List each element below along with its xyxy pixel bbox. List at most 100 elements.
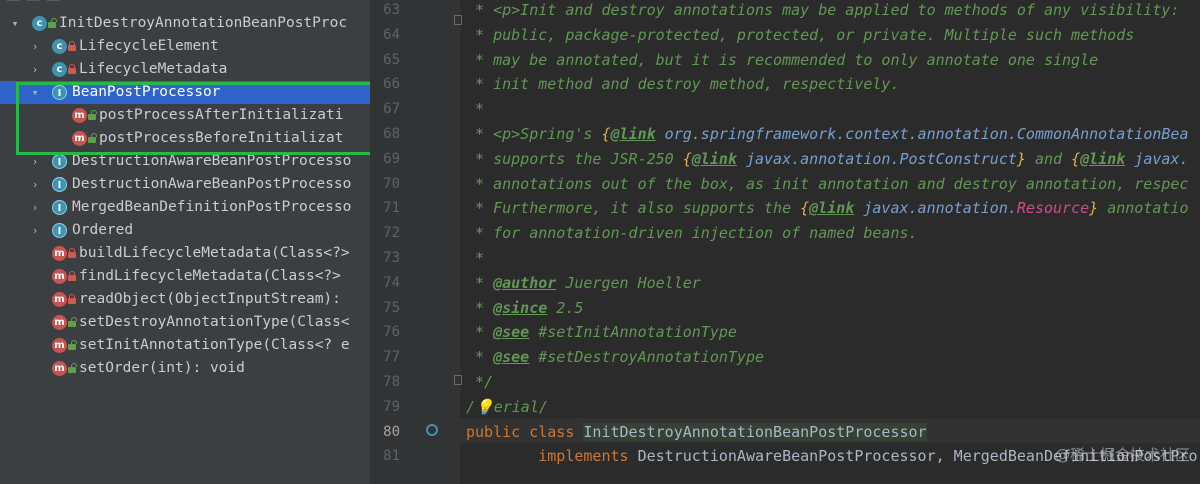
line-number: 70 (383, 175, 400, 192)
chevron-right-icon[interactable]: › (28, 173, 42, 196)
code-token: @author (493, 273, 557, 292)
interface-icon: I (52, 200, 67, 215)
line-number: 75 (383, 299, 400, 316)
line-number: 72 (383, 225, 400, 242)
code-line[interactable]: * @since 2.5 (466, 296, 583, 321)
line-number: 69 (383, 150, 400, 167)
private-lock-icon (68, 41, 76, 51)
public-lock-icon (88, 110, 97, 120)
tree-item-label: LifecycleElement (79, 38, 219, 54)
public-lock-icon (68, 363, 77, 373)
toolbar-icon[interactable] (6, 0, 20, 1)
code-token: * may be annotated, but it is recommende… (466, 50, 1099, 69)
tree-item-label: buildLifecycleMetadata(Class<?> (79, 245, 350, 261)
tree-item[interactable]: › I MergedBeanDefinitionPostProcesso (0, 196, 370, 219)
code-line[interactable]: * @see #setDestroyAnnotationType (466, 345, 764, 370)
tree-item[interactable]: ▾ I BeanPostProcessor (0, 81, 370, 104)
code-line[interactable]: /💡erial/ (466, 395, 548, 420)
toolbar-icon[interactable] (26, 0, 40, 1)
code-line[interactable]: * @author Juergen Hoeller (466, 271, 701, 296)
tree-item-label: setOrder(int): void (79, 360, 245, 376)
code-token: javax.annotation. (854, 199, 1017, 218)
code-line[interactable]: * init method and destroy method, respec… (466, 72, 899, 97)
line-number: 80 (383, 423, 400, 440)
code-line[interactable]: * @see #setInitAnnotationType (466, 320, 737, 345)
tree-item-label: postProcessAfterInitializati (99, 107, 344, 123)
code-line[interactable]: * may be annotated, but it is recommende… (466, 48, 1098, 73)
code-line[interactable]: * <p>Init and destroy annotations may be… (466, 0, 1179, 23)
code-token: * <p>Spring's (466, 125, 602, 143)
chevron-down-icon[interactable]: ▾ (28, 81, 42, 104)
chevron-right-icon[interactable]: › (28, 219, 42, 242)
fold-marker-icon[interactable] (454, 375, 462, 385)
toolbar-icon[interactable] (46, 0, 60, 1)
code-editor[interactable]: 63 64 65 66 67 68 69 70 71 72 73 74 75 76 77 78 79 80 81 *… (370, 0, 1200, 484)
public-lock-icon (68, 317, 77, 327)
code-token: * (466, 100, 485, 119)
tree-item-label: readObject(ObjectInputStream): (79, 291, 341, 307)
line-number: 73 (383, 250, 400, 266)
code-token: * for annotation-driven injection of nam… (466, 224, 918, 243)
code-line[interactable]: * <p>Spring's {@link org.springframework… (466, 122, 1188, 147)
method-icon: m (52, 292, 67, 307)
code-token: implements (466, 447, 638, 466)
code-token: Juergen Hoeller (556, 273, 701, 292)
chevron-right-icon[interactable]: › (28, 35, 42, 58)
code-token: { (1071, 149, 1081, 168)
method-icon: m (52, 315, 67, 330)
private-lock-icon (68, 294, 76, 304)
fold-marker-icon[interactable] (454, 15, 462, 25)
code-line[interactable]: * (466, 246, 484, 271)
line-number: 78 (383, 374, 400, 390)
tree-item[interactable]: › c LifecycleMetadata (0, 58, 370, 81)
tree-item[interactable]: › I DestructionAwareBeanPostProcesso (0, 173, 370, 196)
code-token: * Furthermore, it also supports the (466, 199, 801, 218)
interface-icon: I (52, 223, 67, 238)
code-line[interactable]: */ (466, 370, 493, 395)
line-number: 74 (383, 274, 400, 291)
code-token: * public, package-protected, protected, … (466, 25, 1135, 44)
code-line[interactable]: * public, package-protected, protected, … (466, 23, 1134, 48)
tree-item[interactable]: m readObject(ObjectInputStream): (0, 288, 370, 311)
code-token: } (1089, 199, 1099, 218)
tree-item[interactable]: m postProcessBeforeInitializat (0, 127, 370, 150)
tree-item[interactable]: m postProcessAfterInitializati (0, 104, 370, 127)
code-line[interactable]: * supports the JSR-250 {@link javax.anno… (466, 147, 1188, 172)
code-token: 2.5 (547, 298, 584, 317)
code-line[interactable]: * for annotation-driven injection of nam… (466, 221, 918, 246)
method-icon: m (52, 246, 67, 261)
chevron-right-icon[interactable]: › (28, 196, 42, 219)
tree-item[interactable]: ▾ c InitDestroyAnnotationBeanPostProc (0, 12, 370, 35)
tree-item[interactable]: › c LifecycleElement (0, 35, 370, 58)
line-number: 67 (383, 101, 400, 118)
implements-gutter-icon[interactable] (426, 424, 438, 436)
chevron-right-icon[interactable]: › (28, 58, 42, 81)
interface-icon: I (52, 85, 67, 100)
tree-item[interactable]: m findLifecycleMetadata(Class<?> (0, 265, 370, 288)
code-line[interactable]: * annotations out of the box, as init an… (466, 172, 1188, 197)
tree-item-label: LifecycleMetadata (79, 61, 228, 77)
chevron-right-icon[interactable]: › (28, 150, 42, 173)
code-token: } (1016, 149, 1026, 168)
method-icon: m (72, 131, 87, 146)
code-token: * init method and destroy method, respec… (466, 75, 900, 94)
chevron-down-icon[interactable]: ▾ (8, 12, 22, 35)
public-lock-icon (88, 133, 97, 143)
tree-item[interactable]: m setInitAnnotationType(Class<? e (0, 334, 370, 357)
tree-item[interactable]: › I DestructionAwareBeanPostProcesso (0, 150, 370, 173)
code-token: { (601, 125, 611, 143)
line-number: 79 (383, 398, 400, 415)
code-line[interactable]: public class InitDestroyAnnotationBeanPo… (466, 420, 927, 445)
tree-item[interactable]: m setOrder(int): void (0, 357, 370, 380)
code-token: InitDestroyAnnotationBeanPostProcessor (583, 422, 927, 441)
code-token: javax.annotation.PostConstruct (736, 149, 1017, 168)
method-icon: m (72, 108, 87, 123)
interface-icon: I (52, 177, 67, 192)
tree-item[interactable]: m buildLifecycleMetadata(Class<?> (0, 242, 370, 265)
code-line[interactable]: * (466, 97, 484, 122)
line-number: 77 (383, 349, 400, 366)
tree-item[interactable]: m setDestroyAnnotationType(Class< (0, 311, 370, 334)
code-line[interactable]: * Furthermore, it also supports the {@li… (466, 196, 1188, 221)
class-icon: c (52, 39, 67, 54)
tree-item[interactable]: › I Ordered (0, 219, 370, 242)
